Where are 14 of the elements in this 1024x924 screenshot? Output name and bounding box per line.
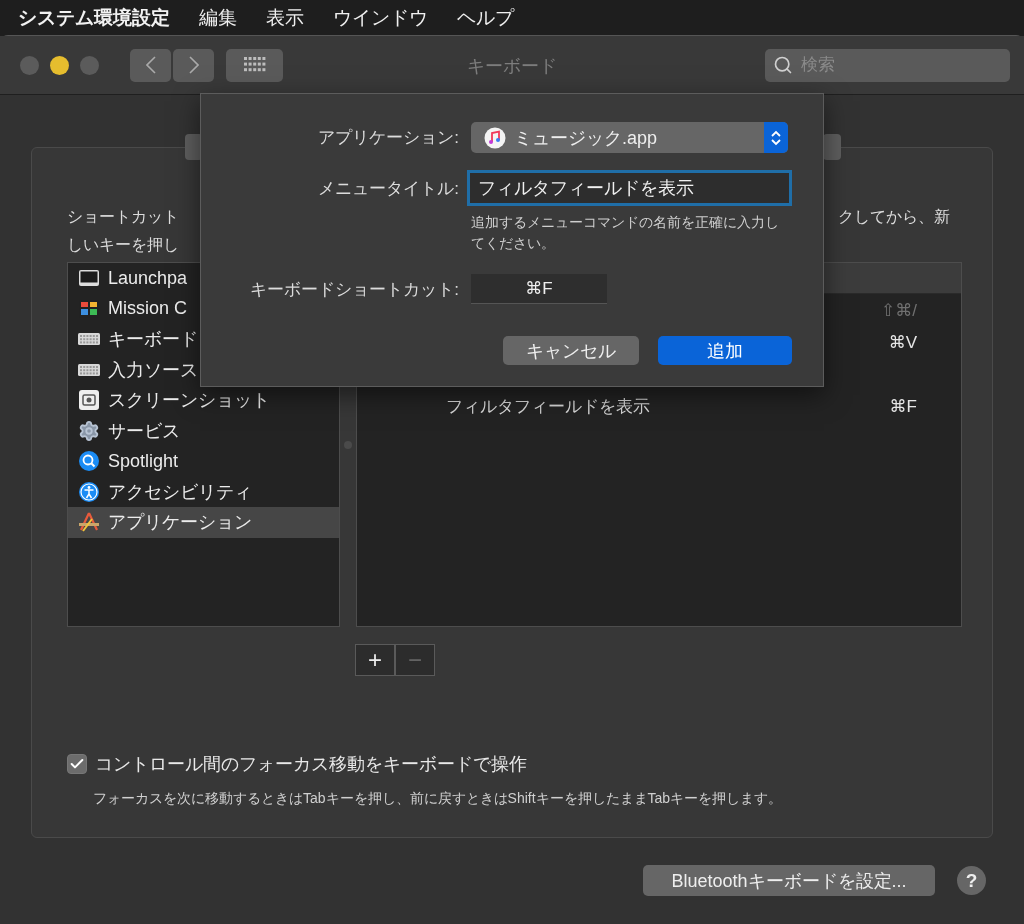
field-label: メニュータイトル: bbox=[318, 177, 459, 200]
description-text: ショートカット bbox=[67, 207, 179, 227]
field-label: アプリケーション: bbox=[318, 127, 459, 149]
description-text: クしてから、新 bbox=[838, 207, 950, 227]
shortcut-key: ⌘V bbox=[888, 331, 917, 353]
shortcut-title: フィルタフィールドを表示 bbox=[445, 395, 650, 418]
field-label: キーボードショートカット: bbox=[250, 278, 459, 301]
note-text: フォーカスを次に移動するときはTabキーを押し、前に戻すときはShiftキーを押したままTabキーを押します。 bbox=[93, 790, 784, 808]
shortcut-key: ⌘F bbox=[889, 395, 917, 417]
hint-text: 追加するメニューコマンドの名前を正確に入力してください。 bbox=[471, 214, 780, 253]
window-title: キーボード bbox=[467, 55, 557, 78]
checkbox-label: コントロール間のフォーカス移動をキーボードで操作 bbox=[95, 753, 527, 776]
description-text: しいキーを押し bbox=[67, 235, 179, 255]
shortcut-key: ⇧⌘/ bbox=[881, 299, 917, 321]
